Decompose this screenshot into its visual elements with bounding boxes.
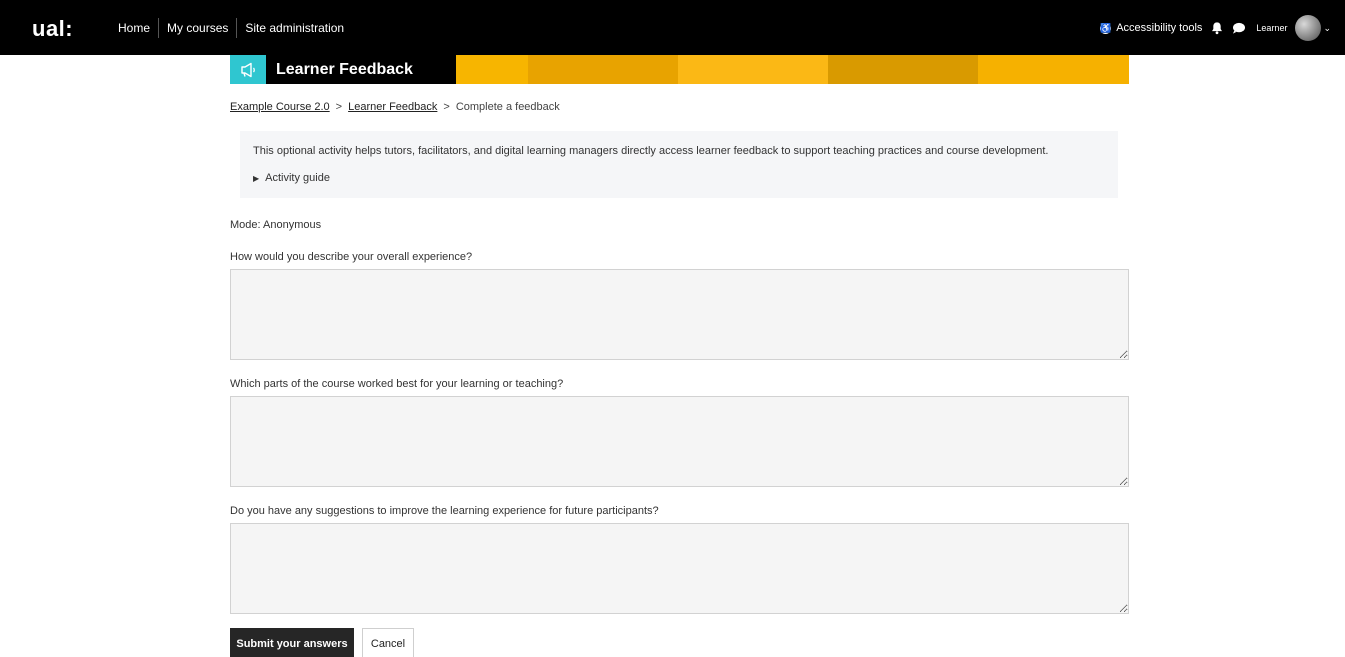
banner-stripe: [978, 55, 1129, 84]
feedback-mode: Mode: Anonymous: [230, 219, 322, 231]
description-text: This optional activity helps tutors, fac…: [253, 145, 1049, 157]
breadcrumb-current: Complete a feedback: [455, 101, 560, 113]
activity-guide-label: Activity guide: [265, 172, 330, 184]
nav-home[interactable]: Home: [110, 18, 158, 38]
breadcrumb-course-link[interactable]: Example Course 2.0: [230, 101, 330, 113]
chat-icon[interactable]: [1232, 22, 1246, 34]
breadcrumb: Example Course 2.0 > Learner Feedback > …: [230, 101, 560, 113]
breadcrumb-separator: >: [335, 101, 343, 113]
question-label: Do you have any suggestions to improve t…: [230, 505, 659, 517]
primary-nav: Home My courses Site administration: [110, 18, 352, 38]
breadcrumb-separator: >: [443, 101, 450, 113]
banner-icon-box: [230, 55, 266, 84]
nav-site-administration[interactable]: Site administration: [236, 18, 352, 38]
activity-banner: Learner Feedback: [230, 55, 1129, 84]
accessibility-icon: ♿: [1100, 22, 1112, 34]
question-label: How would you describe your overall expe…: [230, 251, 473, 263]
user-name: Learner: [1256, 23, 1288, 33]
breadcrumb-activity-link[interactable]: Learner Feedback: [348, 101, 437, 113]
page-title: Learner Feedback: [266, 55, 456, 84]
caret-right-icon: ▶: [253, 173, 260, 183]
activity-description: This optional activity helps tutors, fac…: [240, 131, 1118, 198]
bell-icon[interactable]: [1210, 21, 1224, 35]
banner-stripe: [678, 55, 828, 84]
banner-stripe: [456, 55, 528, 84]
chevron-down-icon[interactable]: ⌄: [1323, 23, 1331, 34]
cancel-button[interactable]: Cancel: [362, 628, 414, 657]
top-navbar: ual: Home My courses Site administration…: [0, 0, 1345, 55]
site-logo[interactable]: ual:: [32, 18, 73, 40]
answer-textarea-1[interactable]: [230, 269, 1129, 360]
accessibility-tools-button[interactable]: ♿ Accessibility tools: [1100, 22, 1202, 34]
submit-button[interactable]: Submit your answers: [230, 628, 354, 657]
answer-textarea-2[interactable]: [230, 396, 1129, 487]
user-nav: ♿ Accessibility tools Learner ⌄: [1100, 15, 1331, 41]
megaphone-icon: [241, 62, 255, 77]
banner-stripe: [528, 55, 678, 84]
accessibility-label: Accessibility tools: [1116, 22, 1203, 34]
nav-my-courses[interactable]: My courses: [158, 18, 236, 38]
question-label: Which parts of the course worked best fo…: [230, 378, 564, 390]
answer-textarea-3[interactable]: [230, 523, 1129, 614]
activity-guide-toggle[interactable]: ▶ Activity guide: [253, 172, 1105, 184]
avatar[interactable]: [1295, 15, 1322, 41]
banner-stripe: [828, 55, 978, 84]
